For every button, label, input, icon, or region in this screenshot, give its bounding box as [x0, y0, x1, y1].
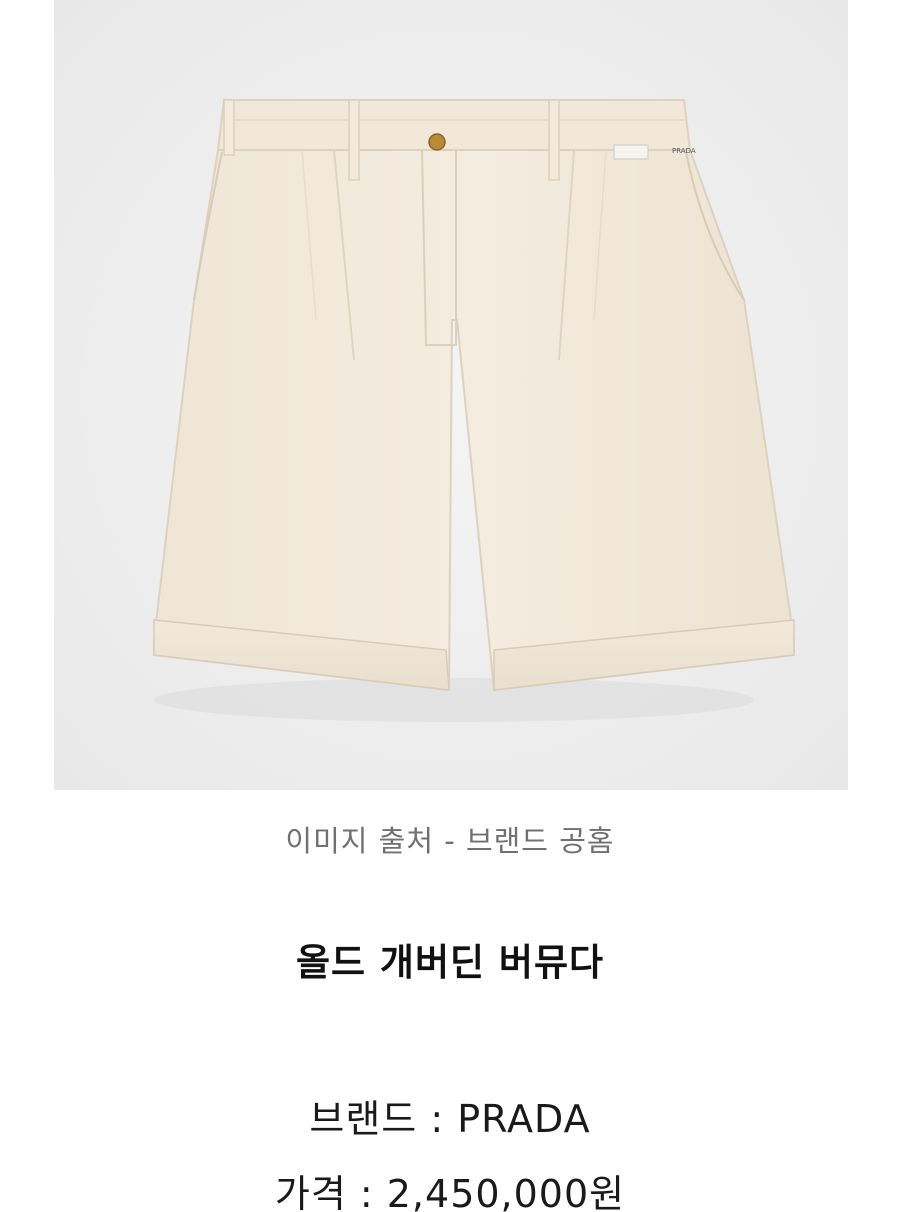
image-source-caption: 이미지 출처 - 브랜드 공홈: [285, 824, 615, 858]
brand-info: 브랜드 : PRADA: [309, 1097, 591, 1141]
product-title: 올드 개버딘 버뮤다: [295, 941, 605, 984]
price-info: 가격 : 2,450,000원: [274, 1172, 626, 1212]
product-photo: PRADA: [54, 0, 848, 790]
product-post: PRADA 이미지 출처 - 브랜드 공홈 올드 개버딘 버뮤다 브랜드 : P…: [0, 0, 900, 1212]
shorts-illustration: [153, 99, 795, 722]
label-tag-text: PRADA: [672, 147, 696, 155]
